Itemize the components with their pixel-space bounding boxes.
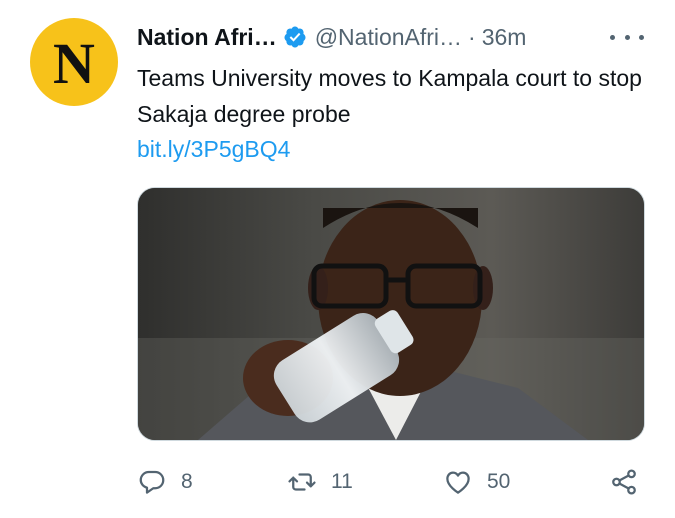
photo-illustration bbox=[138, 188, 644, 440]
tweet-link[interactable]: bit.ly/3P5gBQ4 bbox=[137, 131, 290, 167]
like-button[interactable]: 50 bbox=[443, 462, 510, 502]
reply-icon bbox=[139, 470, 165, 494]
more-dot bbox=[624, 34, 630, 40]
like-count: 50 bbox=[487, 470, 511, 493]
timestamp[interactable]: 36m bbox=[482, 24, 527, 51]
reply-count: 8 bbox=[181, 470, 193, 493]
tweet-card[interactable]: N Nation Afri… @NationAfri… · 36m Teams … bbox=[0, 0, 675, 518]
verified-badge-icon bbox=[284, 26, 306, 48]
reply-button[interactable]: 8 bbox=[137, 462, 193, 502]
retweet-icon bbox=[288, 473, 316, 491]
tweet-photo[interactable] bbox=[137, 187, 645, 441]
share-icon bbox=[612, 469, 636, 495]
more-options-icon[interactable] bbox=[610, 25, 644, 49]
avatar[interactable]: N bbox=[30, 18, 118, 106]
tweet-text: Teams University moves to Kampala court … bbox=[137, 65, 642, 127]
retweet-button[interactable]: 11 bbox=[287, 462, 353, 502]
more-dot bbox=[610, 34, 615, 40]
separator-dot: · bbox=[468, 23, 476, 50]
tweet-header: Nation Afri… @NationAfri… · 36m bbox=[137, 20, 526, 54]
nation-logo-icon: N bbox=[53, 31, 95, 96]
tweet-actions: 8 11 50 bbox=[137, 462, 643, 502]
more-dot bbox=[639, 34, 644, 40]
share-button[interactable] bbox=[609, 462, 639, 502]
author-handle[interactable]: @NationAfri… bbox=[315, 24, 462, 51]
retweet-count: 11 bbox=[331, 470, 353, 493]
author-name[interactable]: Nation Afri… bbox=[137, 24, 277, 51]
heart-icon bbox=[446, 471, 470, 494]
